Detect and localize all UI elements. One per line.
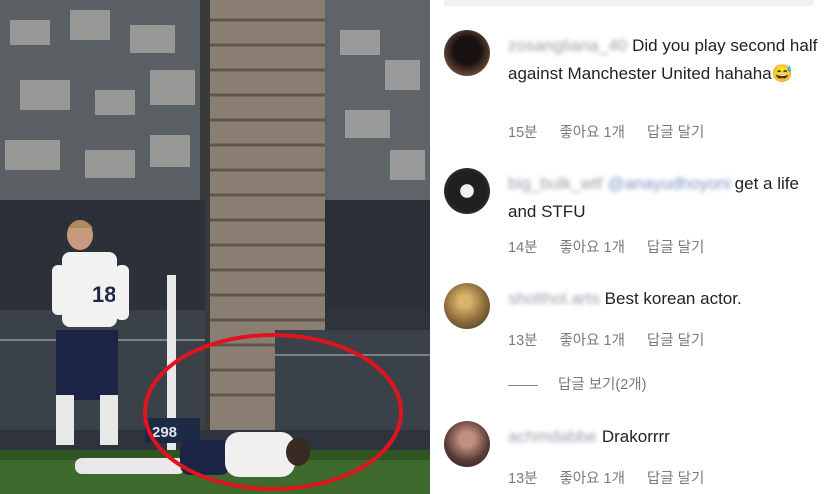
match-photo: 298 18 [0, 0, 430, 494]
comment-item: zosangliana_40 Did you play second half a… [444, 30, 834, 150]
comment-username[interactable]: big_bulk_wtf [508, 174, 603, 193]
view-replies-label[interactable]: 답글 보기(2개) [558, 377, 646, 393]
avatar[interactable] [444, 30, 490, 76]
comment-text: Drakorrrr [601, 427, 670, 446]
comment-meta: 15분 좋아요 1개 답글 달기 [508, 121, 726, 142]
comment-time: 13분 [508, 471, 538, 487]
comment-body: zosangliana_40 Did you play second half a… [508, 32, 830, 88]
comment-time: 13분 [508, 333, 538, 349]
comment-time: 14분 [508, 240, 538, 256]
comment-username[interactable]: zosangliana_40 [508, 36, 627, 55]
comment-text: Best korean actor. [604, 289, 742, 308]
comment-meta: 13분 좋아요 1개 답글 달기 [508, 467, 726, 488]
like-count[interactable]: 좋아요 1개 [559, 240, 624, 256]
comment-username[interactable]: sholthol.arts [508, 289, 600, 308]
avatar[interactable] [444, 168, 490, 214]
reply-button[interactable]: 답글 달기 [647, 471, 704, 487]
comment-meta: 14분 좋아요 1개 답글 달기 [508, 236, 726, 257]
top-divider [444, 0, 814, 6]
reply-button[interactable]: 답글 달기 [647, 125, 704, 141]
comment-body: sholthol.arts Best korean actor. [508, 285, 830, 313]
comment-body: big_bulk_wtf @anayudhoyoni get a life and … [508, 170, 830, 226]
comments-panel: zosangliana_40 Did you play second half a… [430, 0, 838, 494]
comment-item: sholthol.arts Best korean actor. 13분 좋아요 1… [444, 283, 834, 398]
player-number: 18 [92, 282, 116, 307]
like-count[interactable]: 좋아요 1개 [559, 333, 624, 349]
view-replies-button[interactable]: 답글 보기(2개) [508, 373, 646, 394]
board-number: 298 [152, 424, 177, 441]
comment-meta: 13분 좋아요 1개 답글 달기 [508, 329, 726, 350]
comment-username[interactable]: achmdabbe [508, 427, 597, 446]
reply-button[interactable]: 답글 달기 [647, 333, 704, 349]
comment-item: achmdabbe Drakorrrr 13분 좋아요 1개 답글 달기 [444, 421, 834, 494]
stadium-scene: 298 18 [0, 0, 430, 494]
mention-link[interactable]: @anayudhoyoni [608, 174, 731, 193]
avatar[interactable] [444, 421, 490, 467]
comment-body: achmdabbe Drakorrrr [508, 423, 830, 451]
like-count[interactable]: 좋아요 1개 [559, 471, 624, 487]
like-count[interactable]: 좋아요 1개 [559, 125, 624, 141]
reply-button[interactable]: 답글 달기 [647, 240, 704, 256]
replies-divider [508, 384, 538, 386]
comment-time: 15분 [508, 125, 538, 141]
avatar[interactable] [444, 283, 490, 329]
comment-item: big_bulk_wtf @anayudhoyoni get a life and … [444, 168, 834, 268]
